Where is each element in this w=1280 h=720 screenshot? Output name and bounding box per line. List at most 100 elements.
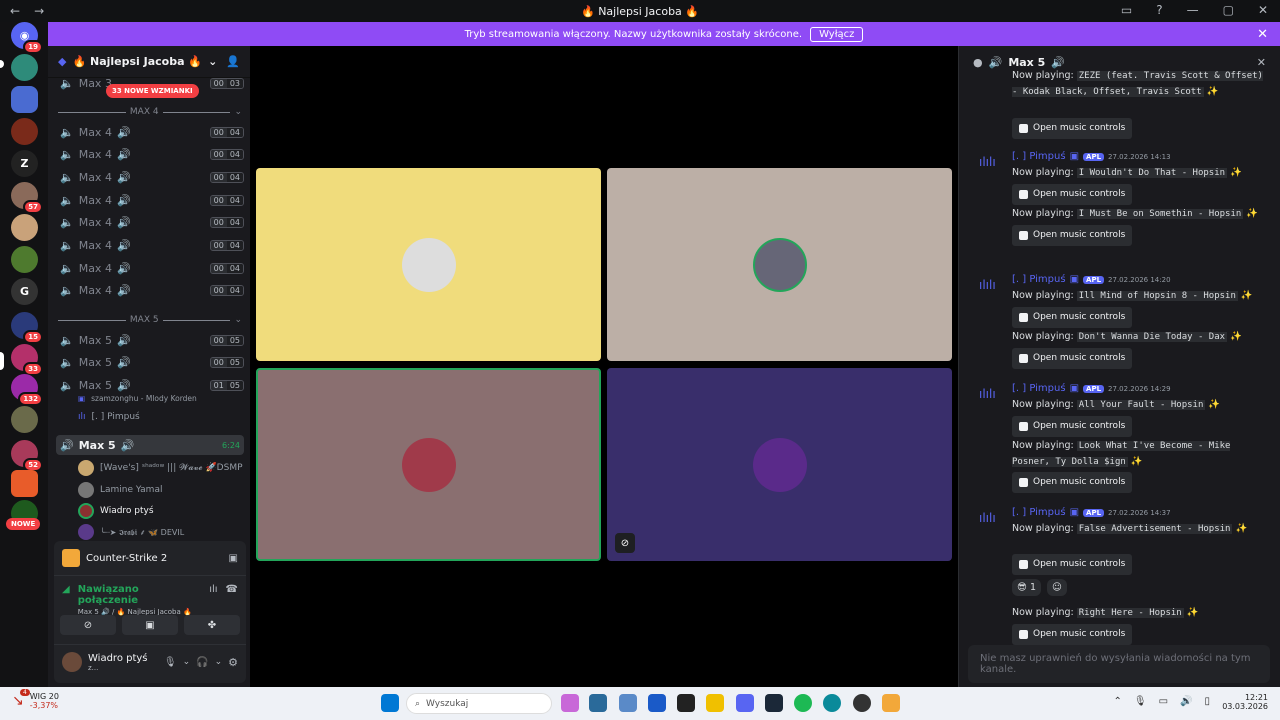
server-icon[interactable]: 57 [11,182,43,214]
app-icon[interactable] [677,694,695,712]
server-icon[interactable] [11,246,38,273]
add-reaction-icon[interactable]: ☺ [1046,579,1067,596]
battery-icon[interactable]: ▯ [1204,696,1210,707]
server-icon[interactable] [11,86,38,113]
share-screen-button[interactable]: ▣ [122,615,178,635]
close-banner-icon[interactable]: ✕ [1257,27,1268,42]
voice-channel[interactable]: 🔈 Max 4 🔊 00 04 [56,145,244,165]
chevron-down-icon[interactable]: ⌄ [215,657,223,667]
signal-icon[interactable]: ◢ [62,584,70,616]
close-chat-icon[interactable]: ✕ [1257,56,1266,69]
message-author[interactable]: [. ] Pimpuś ▣ APL 27.02.2026 14:20 [1012,274,1171,285]
server-icon[interactable]: 52 [11,440,43,472]
participant-tile[interactable] [256,368,601,561]
server-icon[interactable] [11,470,38,497]
microphone-icon[interactable]: 🎙 [164,657,177,668]
network-icon[interactable]: ▭ [1159,696,1168,707]
minimize-icon[interactable]: — [1187,3,1199,17]
connection-status[interactable]: Nawiązano połączenie [78,584,201,606]
start-button[interactable] [381,694,399,712]
activities-button[interactable]: ✤ [184,615,240,635]
voice-channel[interactable]: 🔈 Max 5 🔊 00 05 [56,330,244,350]
participant-tile[interactable]: ⊘ [607,368,952,561]
edge-icon[interactable] [823,694,841,712]
voice-channel[interactable]: 🔈 Max 4 🔊 00 04 [56,122,244,142]
voice-channel[interactable]: 🔈 Max 4 🔊 00 04 [56,190,244,210]
server-icon[interactable] [11,214,38,241]
discord-icon[interactable] [736,694,754,712]
add-member-icon[interactable]: 👤 [226,55,240,68]
voice-channel[interactable]: 🔈 Max 5 🔊 00 05 [56,353,244,373]
category-max5[interactable]: MAX 5 ⌄ [58,315,242,325]
voice-channel[interactable]: 🔈 Max 4 🔊 00 04 [56,258,244,278]
message-author[interactable]: [. ] Pimpuś ▣ APL 27.02.2026 14:29 [1012,383,1171,394]
open-music-controls-button[interactable]: Open music controls [1012,348,1133,369]
open-music-controls-button[interactable]: Open music controls [1012,184,1133,205]
open-music-controls-button[interactable]: Open music controls [1012,624,1133,645]
voice-user[interactable]: Wiadro ptyś [78,503,154,519]
bot-avatar-waveform-icon[interactable]: ılılı [979,155,999,173]
screen-share-icon[interactable]: ▣ [229,553,238,564]
voice-channel[interactable]: 🔈 Max 4 🔊 00 04 [56,213,244,233]
server-icon[interactable] [11,54,38,81]
camera-off-button[interactable]: ⊘ [60,615,116,635]
bot-avatar-waveform-icon[interactable]: ılılı [979,278,999,296]
server-icon[interactable] [11,406,38,433]
microphone-icon[interactable]: 🎙 [1134,696,1147,707]
current-username[interactable]: Wiadro ptyś [88,653,148,664]
app-icon[interactable] [853,694,871,712]
forward-icon[interactable]: → [34,4,44,18]
disable-streaming-button[interactable]: Wyłącz [810,26,864,42]
server-icon[interactable] [11,118,38,145]
clock[interactable]: 12:21 03.03.2026 [1222,693,1268,711]
voice-user[interactable]: ╰┈➤ 𝕴𝖗𝖆𝖇𝖎 ⸙ 🦋 DEVIL [78,524,184,540]
app-icon[interactable] [619,694,637,712]
outlook-icon[interactable] [648,694,666,712]
stock-widget[interactable]: ↘ WIG 20 -3,37% 4 [12,689,59,710]
category-max4[interactable]: MAX 4 ⌄ [58,107,242,117]
open-music-controls-button[interactable]: Open music controls [1012,554,1133,575]
chevron-up-icon[interactable]: ⌃ [1113,696,1121,707]
open-music-controls-button[interactable]: Open music controls [1012,225,1133,246]
open-music-controls-button[interactable]: Open music controls [1012,307,1133,328]
server-icon[interactable]: G [11,278,38,305]
voice-channel[interactable]: 🔈 Max 4 🔊 00 04 [56,236,244,256]
message-input[interactable]: Nie masz uprawnień do wysyłania wiadomoś… [968,645,1270,683]
server-icon[interactable]: 132 [11,374,43,406]
copilot-icon[interactable] [561,694,579,712]
volume-icon[interactable]: 🔊 [1180,696,1192,707]
bot-avatar-waveform-icon[interactable]: ılılı [979,387,999,405]
voice-user[interactable]: [Wave's] ˢʰᵃᵈᵒʷ ||| 𝓦𝓪𝓿𝓮 🚀DSMP [78,460,243,476]
server-icon[interactable]: 33 [11,344,43,376]
help-icon[interactable]: ? [1156,3,1162,17]
open-music-controls-button[interactable]: Open music controls [1012,118,1133,139]
close-window-icon[interactable]: ✕ [1258,3,1268,17]
active-voice-channel[interactable]: 🔊 Max 5 🔊 6:24 [56,435,244,455]
participant-tile[interactable] [256,168,601,361]
voice-user[interactable]: Lamine Yamal [78,482,162,498]
store-icon[interactable] [589,694,607,712]
voice-channel[interactable]: 🔈 Max 5 🔊 01 05 [56,375,244,395]
reaction-pill[interactable]: 😎 1 [1012,579,1041,596]
voice-user[interactable]: ılı [. ] Pimpuś [78,412,140,422]
spotify-icon[interactable] [794,694,812,712]
message-author[interactable]: [. ] Pimpuś ▣ APL 27.02.2026 14:37 [1012,507,1171,518]
maximize-icon[interactable]: ▢ [1223,3,1234,17]
server-icon[interactable]: 15 [11,312,43,344]
settings-gear-icon[interactable]: ⚙ [228,656,238,669]
disconnect-icon[interactable]: ☎ [226,584,238,616]
bot-avatar-waveform-icon[interactable]: ılılı [979,511,999,529]
voice-channel[interactable]: 🔈 Max 4 🔊 00 04 [56,167,244,187]
counter-strike-icon[interactable] [882,694,900,712]
chevron-down-icon[interactable]: ⌄ [183,657,191,667]
inbox-icon[interactable]: ▭ [1121,3,1132,17]
user-avatar[interactable] [62,652,82,672]
search-box[interactable]: ⌕ Wyszukaj [406,693,552,714]
open-music-controls-button[interactable]: Open music controls [1012,416,1133,437]
mentions-badge[interactable]: 33 NOWE WZMIANKI [106,84,199,98]
home-button[interactable]: ◉ 19 [11,22,43,54]
file-explorer-icon[interactable] [706,694,724,712]
participant-tile[interactable] [607,168,952,361]
headphones-icon[interactable]: 🎧 [196,657,208,668]
noise-suppression-icon[interactable]: ılı [209,584,217,616]
